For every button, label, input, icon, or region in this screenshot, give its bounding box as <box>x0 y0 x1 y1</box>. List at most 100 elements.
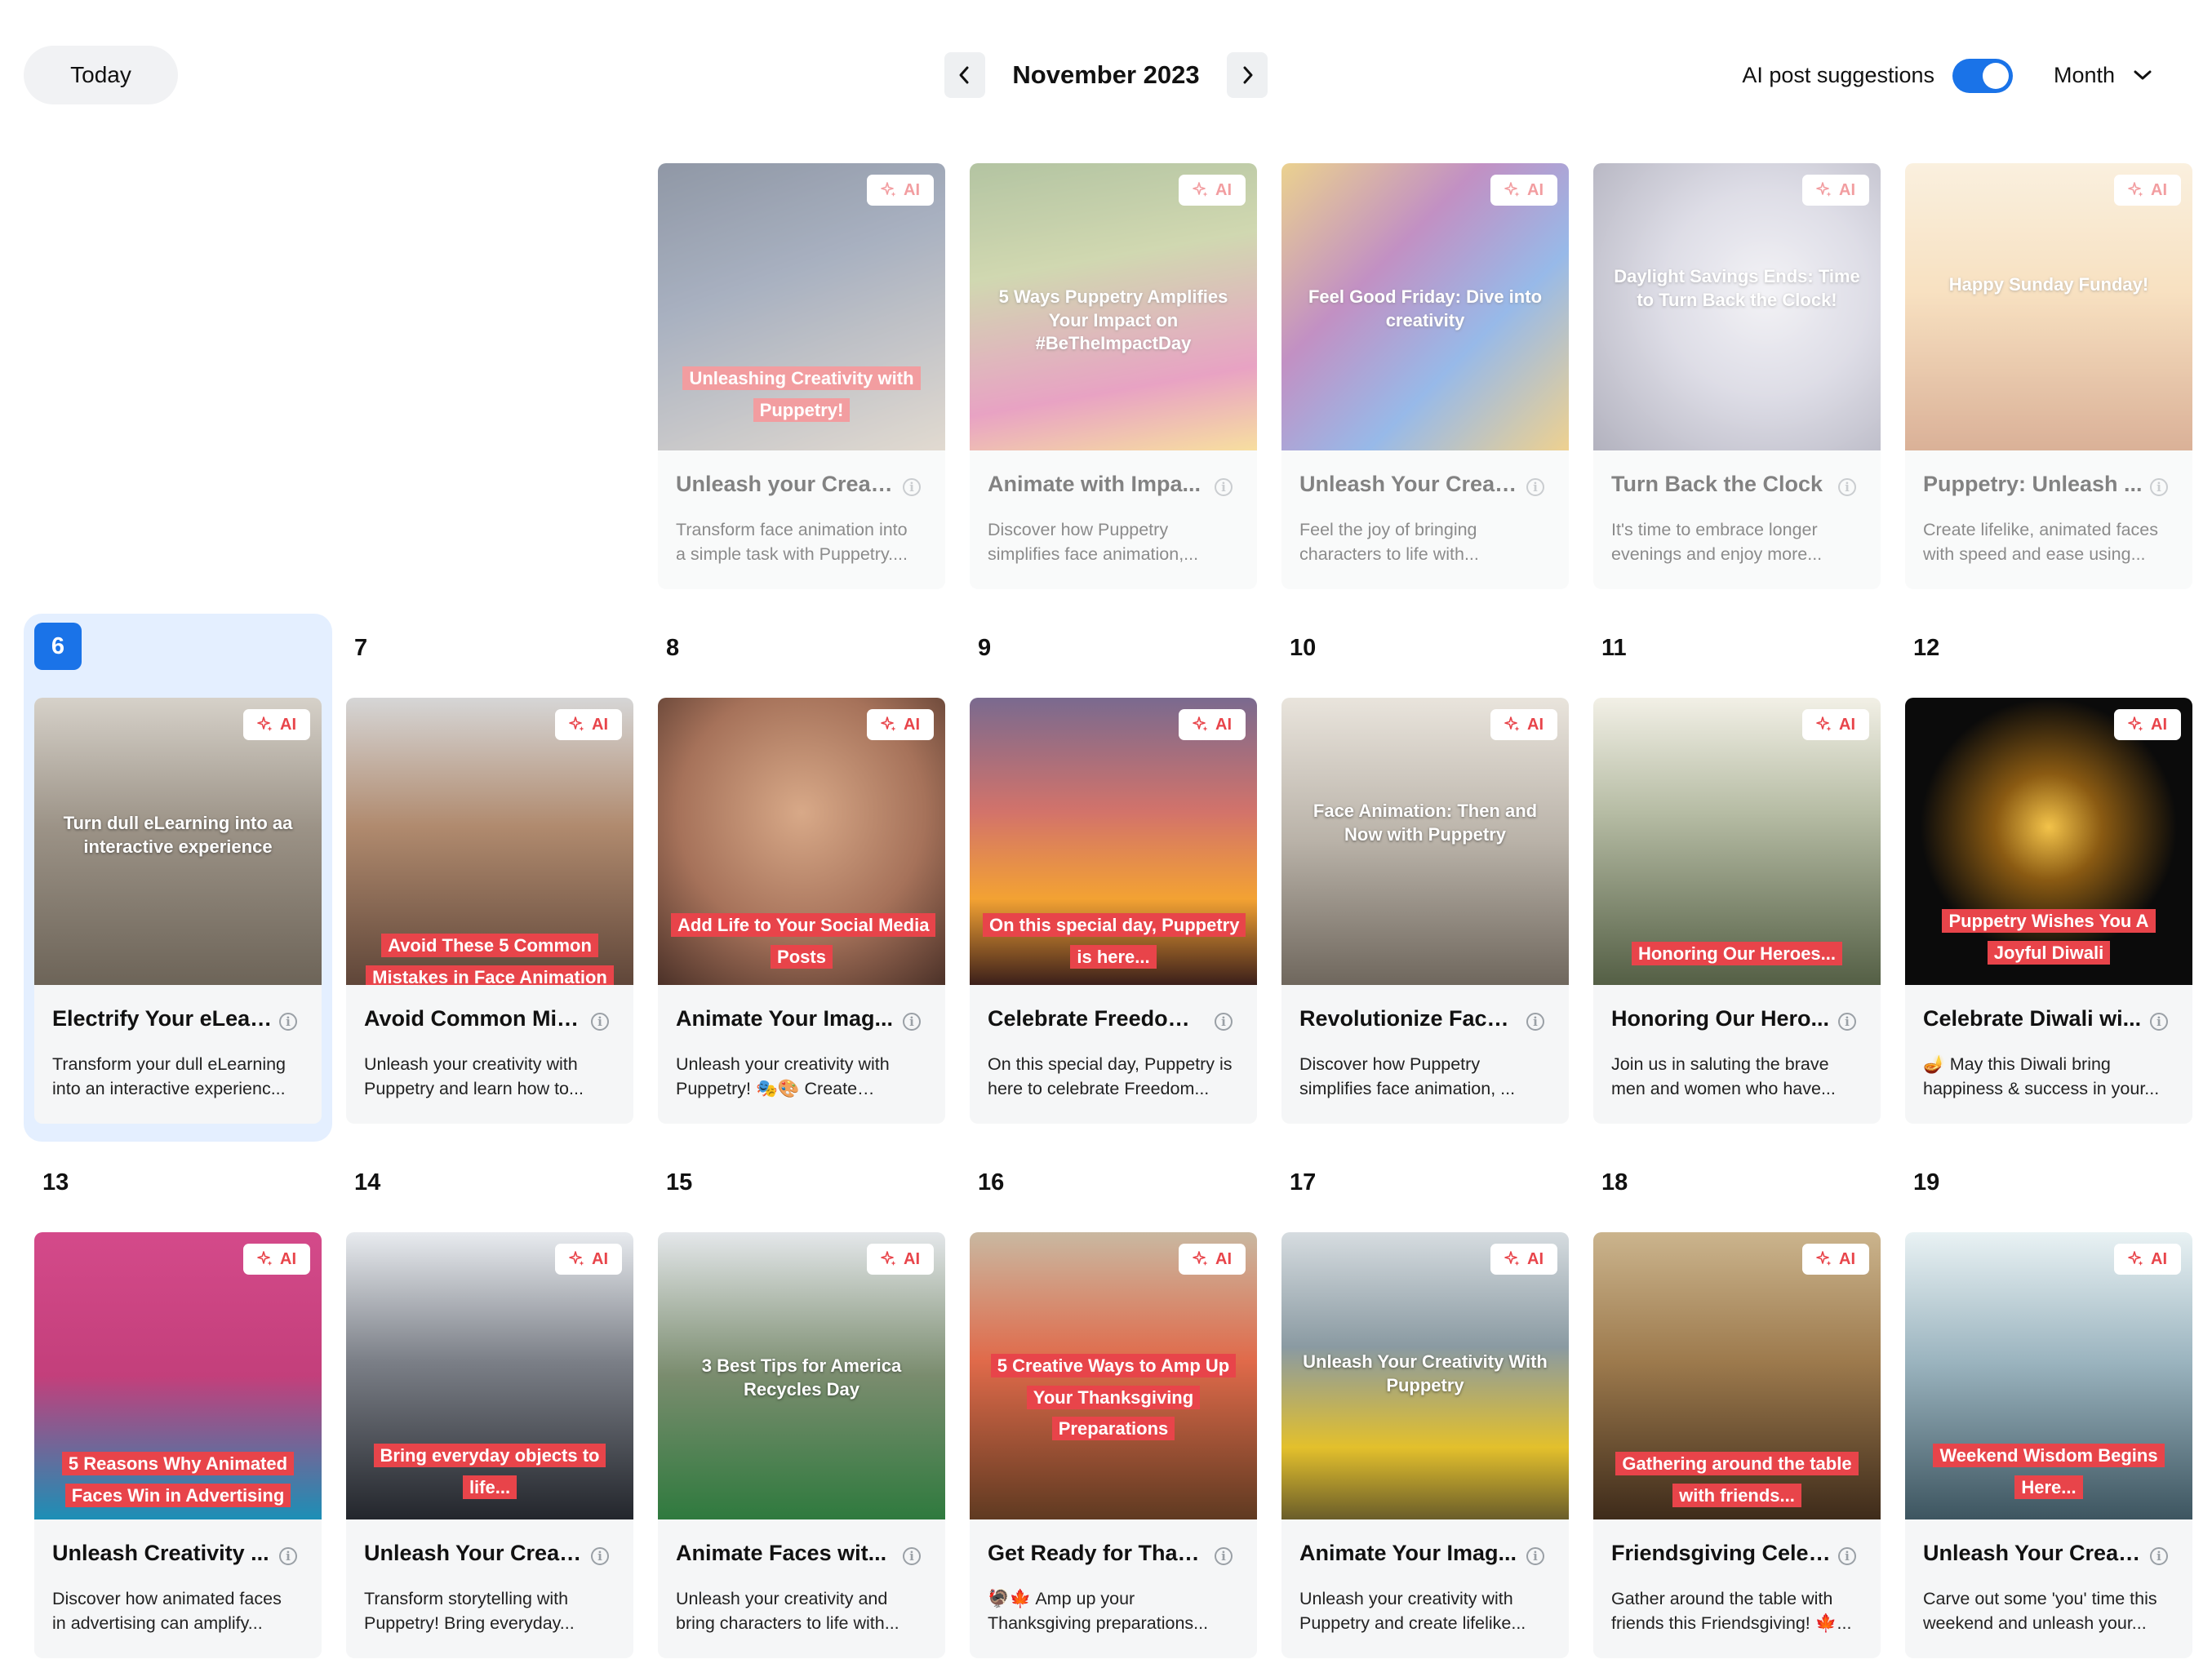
post-thumbnail: Daylight Savings Ends: Time to Turn Back… <box>1593 163 1881 450</box>
info-icon[interactable]: i <box>1215 1547 1233 1565</box>
thumbnail-caption-text: On this special day, Puppetry is here... <box>983 913 1246 969</box>
thumbnail-caption-text: 3 Best Tips for America Recycles Day <box>701 1355 902 1400</box>
post-card[interactable]: 5 Ways Puppetry Amplifies Your Impact on… <box>970 163 1257 589</box>
info-icon[interactable]: i <box>2150 1547 2168 1565</box>
info-icon[interactable]: i <box>2150 478 2168 496</box>
info-icon[interactable]: i <box>2150 1013 2168 1031</box>
post-card[interactable]: On this special day, Puppetry is here...… <box>970 698 1257 1124</box>
today-button[interactable]: Today <box>24 46 178 104</box>
post-title: Celebrate Freedom ... <box>988 1006 1208 1031</box>
view-mode-label: Month <box>2054 62 2116 87</box>
post-thumbnail: Unleash Your Creativity With Puppetry AI <box>1281 1232 1569 1519</box>
post-title: Unleash Your Creat... <box>1923 1541 2143 1565</box>
info-icon[interactable]: i <box>279 1013 297 1031</box>
info-icon[interactable]: i <box>591 1547 609 1565</box>
post-card[interactable]: Turn dull eLearning into aa interactive … <box>34 698 322 1124</box>
day-number: 14 <box>354 1169 381 1196</box>
ai-sparkle-icon <box>1193 1251 1208 1266</box>
info-icon[interactable]: i <box>279 1547 297 1565</box>
day-number: 11 <box>1601 635 1627 661</box>
day-number: 16 <box>978 1169 1005 1196</box>
ai-badge-label: AI <box>2151 180 2167 199</box>
post-description: Transform storytelling with Puppetry! Br… <box>364 1589 575 1633</box>
post-card[interactable]: Avoid These 5 Common Mistakes in Face An… <box>346 698 633 1124</box>
post-card[interactable]: Gathering around the table with friends.… <box>1593 1232 1881 1658</box>
thumbnail-caption: Add Life to Your Social Media Posts <box>671 910 936 973</box>
post-thumbnail: Weekend Wisdom Begins Here... AI <box>1905 1232 2192 1519</box>
post-description: Transform your dull eLearning into an in… <box>52 1054 286 1098</box>
day-number: 8 <box>666 635 680 661</box>
post-description: Transform face animation into a simple t… <box>676 520 908 564</box>
thumbnail-caption: Happy Sunday Funday! <box>1918 273 2179 297</box>
post-card[interactable]: Honoring Our Heroes... AI Honoring Our Her… <box>1593 698 1881 1124</box>
day-number: 9 <box>978 635 992 661</box>
post-description: Create lifelike, animated faces with spe… <box>1923 520 2159 564</box>
thumbnail-caption-text: Daylight Savings Ends: Time to Turn Back… <box>1614 266 1860 310</box>
ai-badge-label: AI <box>904 180 920 199</box>
post-title: Turn Back the Clock <box>1611 472 1823 496</box>
ai-post-suggestions-toggle[interactable] <box>1952 59 2013 93</box>
post-card[interactable]: 5 Reasons Why Animated Faces Win in Adve… <box>34 1232 322 1658</box>
post-description: Unleash your creativity and bring charac… <box>676 1589 899 1633</box>
info-icon[interactable]: i <box>1215 1013 1233 1031</box>
next-month-button[interactable] <box>1227 52 1268 98</box>
chevron-left-icon <box>959 66 969 84</box>
post-card[interactable]: Add Life to Your Social Media Posts AI Ani… <box>658 698 945 1124</box>
thumbnail-caption-text: Unleash Your Creativity With Puppetry <box>1303 1351 1548 1395</box>
info-icon[interactable]: i <box>591 1013 609 1031</box>
post-card[interactable]: Unleashing Creativity with Puppetry! AI Un… <box>658 163 945 589</box>
thumbnail-caption: Bring everyday objects to life... <box>359 1440 620 1503</box>
thumbnail-caption-text: Gathering around the table with friends.… <box>1615 1452 1859 1507</box>
ai-badge: AI <box>867 175 934 206</box>
thumbnail-caption-text: Happy Sunday Funday! <box>1948 274 2149 295</box>
month-title: November 2023 <box>1012 60 1200 89</box>
info-icon[interactable]: i <box>1526 1013 1544 1031</box>
ai-badge-label: AI <box>592 715 608 734</box>
post-title: Celebrate Diwali wi... <box>1923 1006 2142 1031</box>
post-card[interactable]: Bring everyday objects to life... AI Unlea… <box>346 1232 633 1658</box>
post-title: Avoid Common Mis... <box>364 1006 584 1031</box>
post-card[interactable]: Weekend Wisdom Begins Here... AI Unleash Y… <box>1905 1232 2192 1658</box>
post-card[interactable]: Feel Good Friday: Dive into creativity AI… <box>1281 163 1569 589</box>
thumbnail-caption: On this special day, Puppetry is here... <box>983 910 1246 973</box>
info-icon[interactable]: i <box>1838 1547 1856 1565</box>
today-day-number: 6 <box>34 623 82 670</box>
post-card[interactable]: 3 Best Tips for America Recycles Day AI An… <box>658 1232 945 1658</box>
thumbnail-caption: Daylight Savings Ends: Time to Turn Back… <box>1606 265 1868 312</box>
post-description: Join us in saluting the brave men and wo… <box>1611 1054 1836 1098</box>
ai-sparkle-icon <box>2128 1251 2143 1266</box>
post-thumbnail: 5 Creative Ways to Amp Up Your Thanksgiv… <box>970 1232 1257 1519</box>
ai-badge-label: AI <box>1215 180 1232 199</box>
post-card[interactable]: 5 Creative Ways to Amp Up Your Thanksgiv… <box>970 1232 1257 1658</box>
ai-sparkle-icon <box>2128 716 2143 731</box>
post-card[interactable]: Happy Sunday Funday! AI Puppetry: Unleash … <box>1905 163 2192 589</box>
view-mode-dropdown[interactable]: Month <box>2054 54 2176 96</box>
post-title: Get Ready for Than... <box>988 1541 1208 1565</box>
info-icon[interactable]: i <box>903 1013 921 1031</box>
info-icon[interactable]: i <box>1526 478 1544 496</box>
info-icon[interactable]: i <box>1215 478 1233 496</box>
ai-sparkle-icon <box>257 1251 273 1266</box>
ai-badge-label: AI <box>592 1249 608 1268</box>
post-card[interactable]: Unleash Your Creativity With Puppetry AI A… <box>1281 1232 1569 1658</box>
post-card[interactable]: Face Animation: Then and Now with Puppet… <box>1281 698 1569 1124</box>
post-title: Animate with Impa... <box>988 472 1201 496</box>
previous-month-button[interactable] <box>944 52 985 98</box>
post-description: Feel the joy of bringing characters to l… <box>1299 520 1479 564</box>
info-icon[interactable]: i <box>903 1547 921 1565</box>
ai-sparkle-icon <box>881 716 896 731</box>
post-title: Unleash your Creati... <box>676 472 896 496</box>
info-icon[interactable]: i <box>1838 1013 1856 1031</box>
ai-badge: AI <box>555 709 622 740</box>
thumbnail-caption-text: 5 Reasons Why Animated Faces Win in Adve… <box>61 1452 295 1507</box>
ai-sparkle-icon <box>2128 182 2143 197</box>
day-number: 13 <box>42 1169 69 1196</box>
post-card[interactable]: Daylight Savings Ends: Time to Turn Back… <box>1593 163 1881 589</box>
info-icon[interactable]: i <box>1838 478 1856 496</box>
post-card[interactable]: Puppetry Wishes You A Joyful Diwali AI Cel… <box>1905 698 2192 1124</box>
info-icon[interactable]: i <box>903 478 921 496</box>
ai-badge-label: AI <box>1527 715 1544 734</box>
post-title: Electrify Your eLear... <box>52 1006 273 1031</box>
info-icon[interactable]: i <box>1526 1547 1544 1565</box>
day-number: 19 <box>1913 1169 1940 1196</box>
